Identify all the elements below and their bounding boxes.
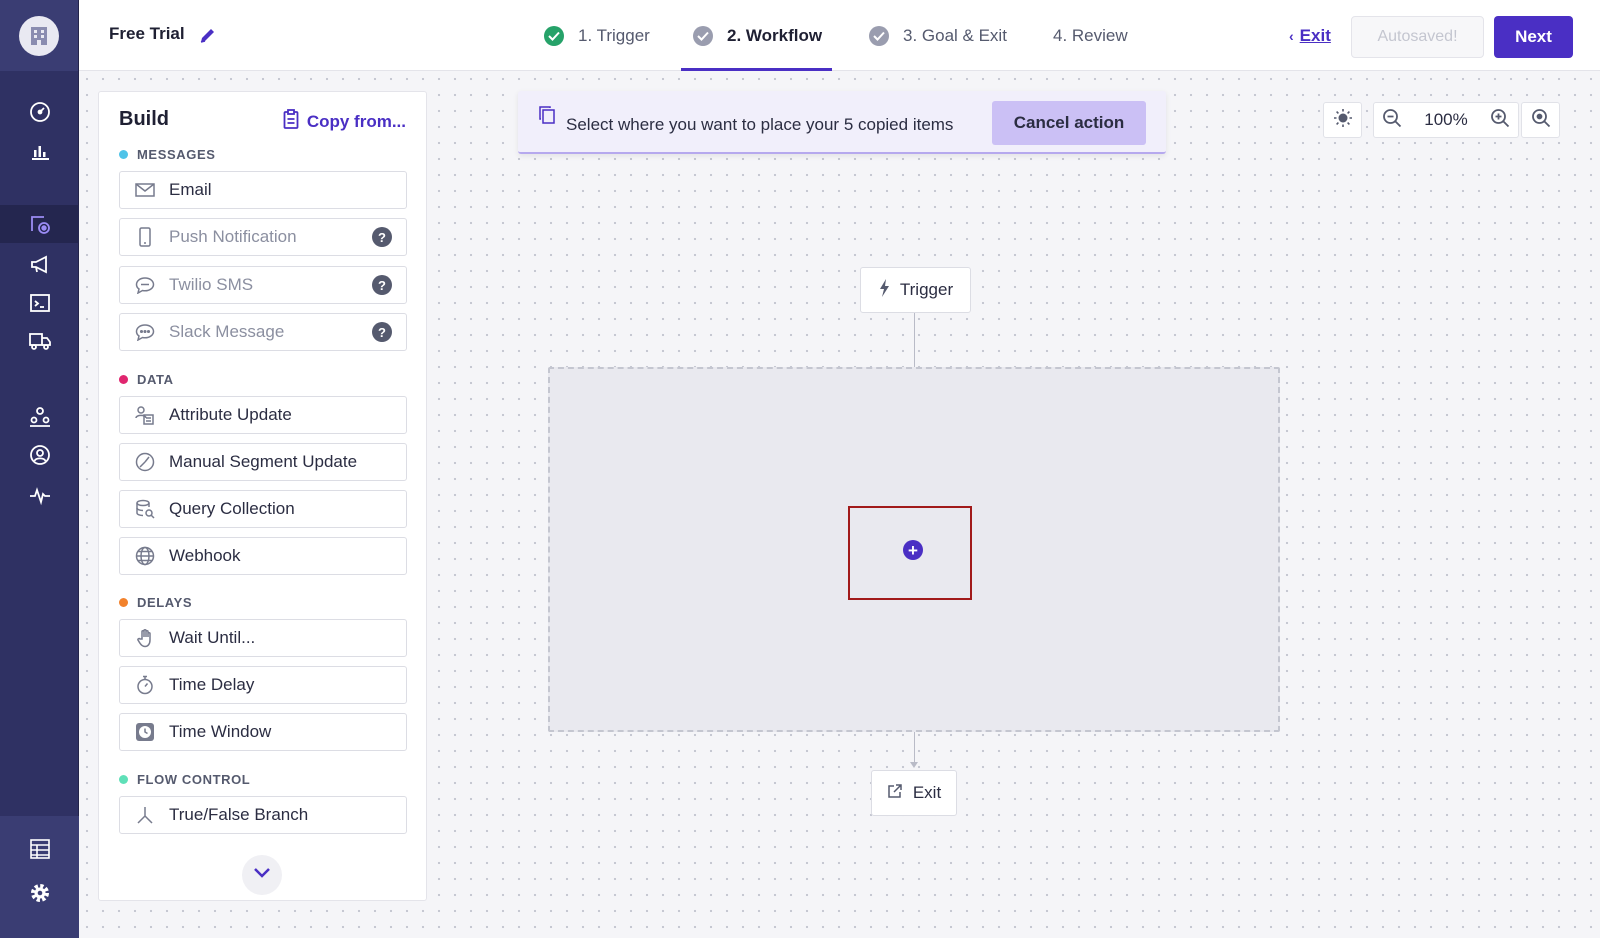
users-icon[interactable] (0, 397, 79, 435)
step-trigger[interactable]: 1. Trigger (544, 0, 650, 71)
megaphone-icon[interactable] (0, 245, 79, 283)
block-time-delay[interactable]: Time Delay (119, 666, 407, 704)
section-delays: DELAYS (119, 595, 192, 610)
trigger-node[interactable]: Trigger (860, 267, 971, 313)
block-manual-segment-update[interactable]: Manual Segment Update (119, 443, 407, 481)
step-workflow[interactable]: 2. Workflow (680, 0, 833, 71)
scroll-down-button[interactable] (242, 855, 282, 895)
check-circle-icon (869, 25, 889, 46)
section-dot (119, 775, 128, 784)
cancel-action-button[interactable]: Cancel action (992, 101, 1146, 145)
user-card-icon (135, 405, 155, 425)
chart-icon[interactable] (0, 131, 79, 169)
user-circle-icon[interactable] (0, 436, 79, 474)
connector-line (914, 313, 915, 367)
autosaved-button: Autosaved! (1351, 16, 1484, 58)
logo-area (0, 0, 78, 71)
build-title: Build (119, 108, 169, 130)
table-icon[interactable] (0, 830, 79, 868)
hand-icon (135, 628, 155, 648)
block-query-collection[interactable]: Query Collection (119, 490, 407, 528)
copy-icon (538, 105, 556, 130)
check-circle-icon (544, 25, 564, 46)
exit-node[interactable]: Exit (871, 770, 957, 816)
terminal-icon[interactable] (0, 284, 79, 322)
pencil-icon[interactable] (199, 26, 217, 49)
banner-message: Select where you want to place your 5 co… (566, 115, 954, 134)
check-circle-icon (693, 25, 713, 46)
section-dot (119, 150, 128, 159)
zoom-in-icon[interactable] (1490, 108, 1510, 133)
chevron-down-icon (253, 866, 271, 884)
block-time-window[interactable]: Time Window (119, 713, 407, 751)
step-label: 1. Trigger (578, 25, 650, 45)
journey-title: Free Trial (109, 24, 185, 43)
section-messages: MESSAGES (119, 147, 215, 162)
zoom-out-icon[interactable] (1382, 108, 1402, 133)
block-attribute-update[interactable]: Attribute Update (119, 396, 407, 434)
block-twilio-sms[interactable]: Twilio SMS ? (119, 266, 407, 304)
top-bar: Free Trial 1. Trigger 2. Workflow 3. Goa… (79, 0, 1600, 71)
zoom-fit-icon (1531, 108, 1551, 133)
segment-icon (135, 452, 155, 472)
theme-toggle-button[interactable] (1323, 102, 1362, 138)
block-true-false-branch[interactable]: True/False Branch (119, 796, 407, 834)
help-icon[interactable]: ? (372, 322, 392, 342)
zoom-controls: 100% (1373, 102, 1519, 138)
help-icon[interactable]: ? (372, 275, 392, 295)
section-flow-control: FLOW CONTROL (119, 772, 250, 787)
block-wait-until[interactable]: Wait Until... (119, 619, 407, 657)
dashboard-icon[interactable] (0, 93, 79, 131)
connector-line (914, 732, 915, 764)
section-dot (119, 598, 128, 607)
copy-from-button[interactable]: Copy from... (283, 109, 406, 134)
database-search-icon (135, 499, 155, 519)
branch-icon (135, 805, 155, 825)
journeys-icon[interactable] (0, 205, 79, 243)
section-dot (119, 375, 128, 384)
left-navigation-rail (0, 0, 79, 938)
block-email[interactable]: Email (119, 171, 407, 209)
copy-placement-banner: Select where you want to place your 5 co… (518, 91, 1166, 154)
clock-icon (135, 722, 155, 742)
block-slack-message[interactable]: Slack Message ? (119, 313, 407, 351)
exit-link[interactable]: ‹ Exit (1289, 26, 1331, 46)
chat-bubble-icon (135, 275, 155, 295)
sun-icon (1333, 108, 1353, 133)
envelope-icon (135, 180, 155, 200)
step-label: 4. Review (1053, 25, 1128, 45)
section-data: DATA (119, 372, 174, 387)
trigger-label: Trigger (899, 280, 954, 299)
chat-dots-icon (135, 322, 155, 342)
add-step-plus-icon[interactable]: + (903, 540, 923, 560)
arrow-down-icon (910, 762, 918, 768)
gear-icon[interactable] (0, 874, 79, 912)
zoom-level: 100% (1424, 110, 1468, 129)
building-icon[interactable] (19, 15, 59, 56)
clipboard-icon (283, 109, 299, 134)
step-review[interactable]: 4. Review (1053, 0, 1128, 71)
delivery-icon[interactable] (0, 322, 79, 360)
stopwatch-icon (135, 675, 155, 695)
external-link-icon (887, 783, 903, 804)
lightning-icon (878, 278, 890, 303)
block-webhook[interactable]: Webhook (119, 537, 407, 575)
block-push-notification[interactable]: Push Notification ? (119, 218, 407, 256)
pulse-icon[interactable] (0, 476, 79, 514)
step-label: 2. Workflow (727, 25, 823, 45)
zoom-fit-button[interactable] (1521, 102, 1560, 138)
help-icon[interactable]: ? (372, 227, 392, 247)
exit-label: Exit (912, 783, 942, 802)
build-panel: Build Copy from... MESSAGES Email Push N… (98, 91, 427, 901)
step-goal-exit[interactable]: 3. Goal & Exit (869, 0, 1007, 71)
step-label: 3. Goal & Exit (903, 25, 1007, 45)
rail-bottom (0, 816, 79, 938)
chevron-left-icon: ‹ (1289, 28, 1294, 44)
globe-icon (135, 546, 155, 566)
next-button[interactable]: Next (1494, 16, 1573, 58)
mobile-icon (135, 227, 155, 247)
